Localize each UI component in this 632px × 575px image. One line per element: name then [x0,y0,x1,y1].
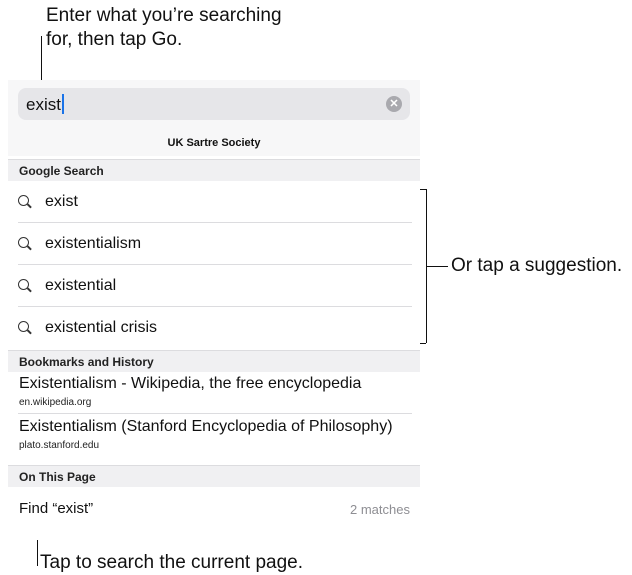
search-input-value: exist [26,94,64,115]
callout-line-1: Enter what you’re searching [46,5,282,26]
address-bar-area: exist ✕ UK Sartre Society [8,80,420,156]
bookmark-title: Existentialism (Stanford Encyclopedia of… [19,418,393,435]
suggestion-item[interactable]: existentialism [8,223,420,265]
bookmark-item[interactable]: Existentialism (Stanford Encyclopedia of… [8,415,420,457]
search-icon [18,279,29,290]
search-icon [18,321,29,332]
safari-search-panel: exist ✕ UK Sartre Society Google Search … [8,80,420,540]
bracket-leader [426,266,448,267]
suggestion-item[interactable]: exist [8,181,420,223]
current-site-name: UK Sartre Society [167,137,261,149]
bookmark-title: Existentialism - Wikipedia, the free enc… [19,375,362,392]
callout-find-page: Tap to search the current page. [40,552,303,573]
callout-suggestion: Or tap a suggestion. [451,255,623,276]
search-icon [18,195,29,206]
find-on-page-item[interactable]: Find “exist” 2 matches [8,490,420,528]
text-cursor [61,94,64,114]
callout-enter-search: Enter what you’re searching for, then ta… [46,4,282,52]
suggestion-item[interactable]: existential [8,265,420,307]
divider [18,413,412,414]
search-icon [18,237,29,248]
find-label: Find “exist” [19,500,94,517]
match-count: 2 matches [350,502,410,517]
bookmark-item[interactable]: Existentialism - Wikipedia, the free enc… [8,372,420,414]
callout-line-2: for, then tap Go. [46,29,183,50]
section-header-on-page: On This Page [8,465,420,487]
search-input[interactable]: exist ✕ [18,88,410,120]
suggestion-item[interactable]: existential crisis [8,307,420,349]
bookmark-url: plato.stanford.edu [19,440,100,451]
section-header-google: Google Search [8,159,420,181]
clear-icon[interactable]: ✕ [386,96,402,112]
section-header-bookmarks: Bookmarks and History [8,350,420,372]
bookmark-url: en.wikipedia.org [19,397,92,408]
